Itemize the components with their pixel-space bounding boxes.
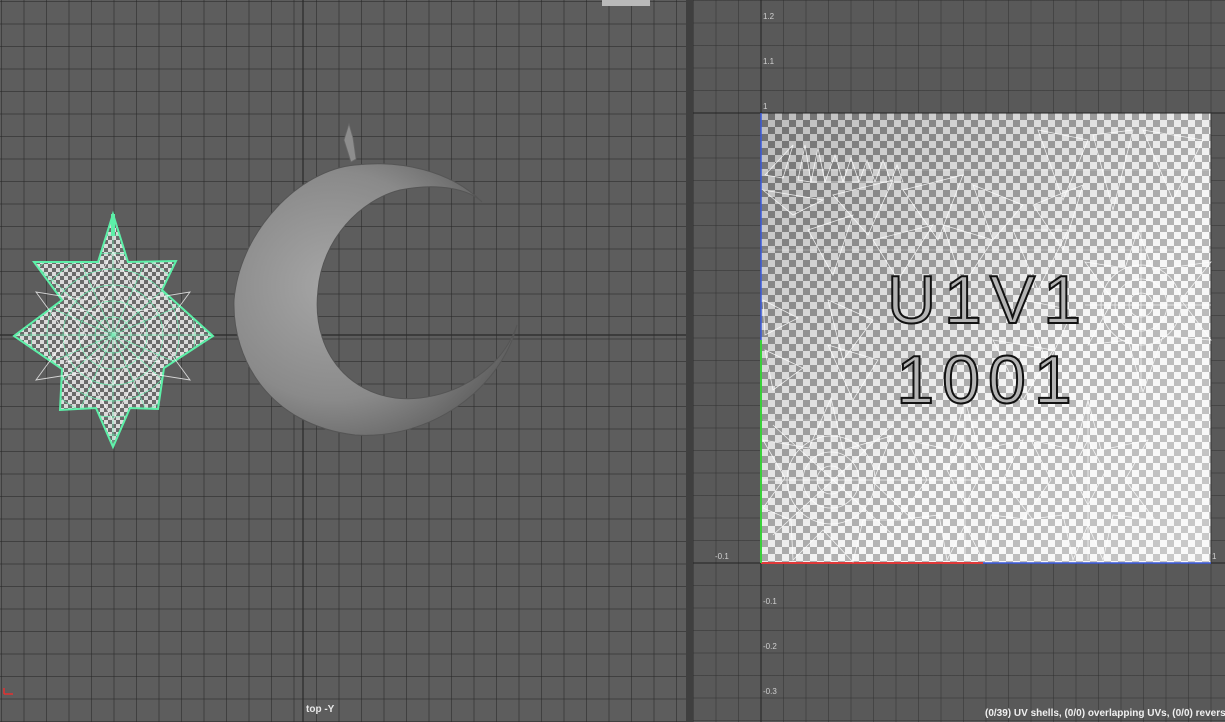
tick-u-1: 1 [1212,552,1217,561]
tick-v-1-1: 1.1 [763,57,775,66]
tick-v-minus-0-2: -0.2 [763,642,777,651]
tick-v-1-2: 1.2 [763,12,775,21]
udim-label-number: 1001 [895,342,1080,418]
crescent-moon-object[interactable] [233,122,518,436]
camera-label: top -Y [306,704,335,715]
viewport-scene[interactable] [0,0,686,722]
uv-status-text: (0/39) UV shells, (0/0) overlapping UVs,… [985,708,1225,719]
tick-v-minus-0-1: -0.1 [763,597,777,606]
udim-label-tile: U1V1 [886,262,1090,338]
uv-editor-panel[interactable]: U1V1 1001 1.2 1.1 1 -0.1 1 -0.1 -0.2 -0.… [693,0,1225,722]
tick-v-minus-0-3: -0.3 [763,687,777,696]
3d-viewport-top[interactable]: top -Y [0,0,686,722]
axis-indicator [3,688,13,695]
uv-shell-star-middle[interactable] [896,398,1034,562]
uv-shell-star-right[interactable] [1022,398,1156,562]
panel-splitter[interactable] [686,0,693,722]
toolbar-tab[interactable] [602,0,650,6]
star-object[interactable] [10,210,216,455]
tick-v-1: 1 [763,102,768,111]
tick-u-minus-0-1: -0.1 [715,552,729,561]
uv-shell-star-large[interactable] [762,396,915,563]
